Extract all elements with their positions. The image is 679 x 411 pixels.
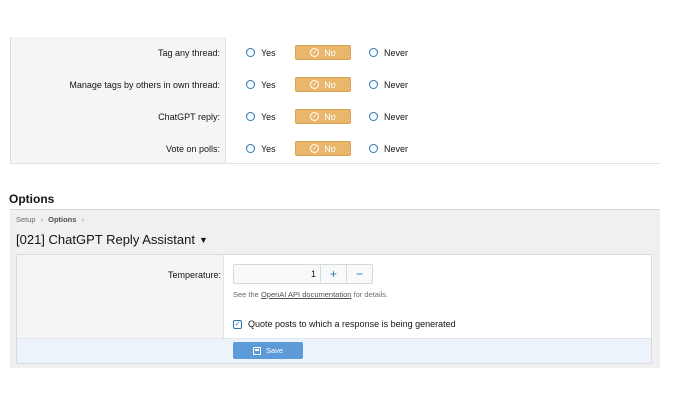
options-heading: Options (9, 192, 55, 206)
permission-row-vote-on-polls: Vote on polls: Yes ✓ No Never (10, 139, 660, 159)
radio-never[interactable]: Never (369, 45, 408, 60)
temperature-stepper: 1 + − (233, 264, 373, 284)
chevron-right-icon: › (40, 215, 44, 224)
radio-icon (369, 48, 378, 57)
radio-never[interactable]: Never (369, 77, 408, 92)
chevron-right-icon: › (81, 215, 84, 224)
radio-icon (246, 112, 255, 121)
permission-label: Manage tags by others in own thread: (69, 80, 220, 90)
decrement-button[interactable]: − (347, 264, 373, 284)
save-icon (252, 346, 261, 355)
radio-no-selected[interactable]: ✓ No (295, 77, 351, 92)
options-form: Temperature: 1 + − See the OpenAI API do… (16, 254, 652, 364)
breadcrumb-item-setup[interactable]: Setup (16, 215, 36, 224)
form-footer (17, 338, 651, 363)
quote-posts-label: Quote posts to which a response is being… (248, 319, 456, 329)
save-button-label: Save (265, 346, 284, 355)
permission-label: ChatGPT reply: (158, 112, 220, 122)
page-title-text: [021] ChatGPT Reply Assistant (16, 232, 195, 247)
radio-yes[interactable]: Yes (246, 141, 276, 156)
temperature-label: Temperature: (167, 270, 221, 280)
page-title[interactable]: [021] ChatGPT Reply Assistant ▼ (16, 232, 208, 247)
radio-no-selected[interactable]: ✓ No (295, 45, 351, 60)
caret-down-icon: ▼ (198, 234, 208, 245)
radio-yes[interactable]: Yes (246, 77, 276, 92)
breadcrumb: Setup › Options › (16, 215, 89, 224)
permission-label: Vote on polls: (165, 144, 220, 154)
options-panel: Setup › Options › [021] ChatGPT Reply As… (10, 209, 660, 368)
radio-yes[interactable]: Yes (246, 109, 276, 124)
breadcrumb-item-options[interactable]: Options (48, 215, 76, 224)
radio-never[interactable]: Never (369, 141, 408, 156)
radio-icon (246, 80, 255, 89)
radio-yes[interactable]: Yes (246, 45, 276, 60)
temperature-input[interactable]: 1 (233, 264, 321, 284)
radio-no-selected[interactable]: ✓ No (295, 141, 351, 156)
radio-never[interactable]: Never (369, 109, 408, 124)
radio-no-selected[interactable]: ✓ No (295, 109, 351, 124)
permission-row-manage-tags: Manage tags by others in own thread: Yes… (10, 75, 660, 95)
permissions-block: Tag any thread: Yes ✓ No Never Manage tag… (10, 37, 660, 164)
check-circle-icon: ✓ (310, 48, 320, 57)
increment-button[interactable]: + (321, 264, 347, 284)
check-circle-icon: ✓ (310, 112, 320, 121)
save-button[interactable]: Save (233, 342, 303, 359)
check-circle-icon: ✓ (310, 144, 320, 153)
radio-icon (369, 80, 378, 89)
temperature-hint: See the OpenAI API documentation for det… (233, 290, 389, 299)
permission-row-chatgpt-reply: ChatGPT reply: Yes ✓ No Never (10, 107, 660, 127)
radio-icon (246, 48, 255, 57)
permission-row-tag-any-thread: Tag any thread: Yes ✓ No Never (10, 43, 660, 63)
checkbox-checked-icon: ✓ (233, 319, 242, 329)
quote-posts-checkbox[interactable]: ✓ Quote posts to which a response is bei… (233, 319, 456, 329)
radio-icon (369, 112, 378, 121)
radio-icon (246, 144, 255, 153)
permission-label: Tag any thread: (157, 48, 220, 58)
check-circle-icon: ✓ (310, 80, 320, 89)
radio-icon (369, 144, 378, 153)
openai-docs-link[interactable]: OpenAI API documentation (261, 290, 351, 299)
